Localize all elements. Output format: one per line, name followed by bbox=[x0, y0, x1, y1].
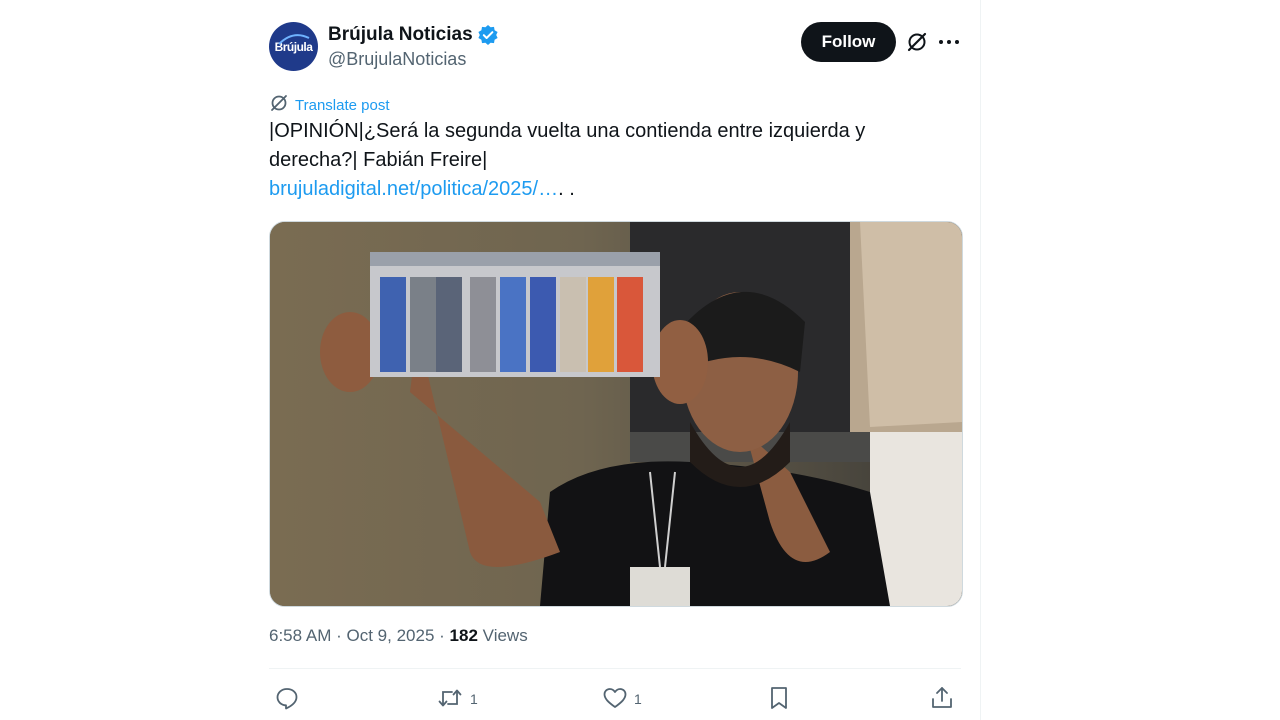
translate-label: Translate post bbox=[295, 96, 390, 114]
like-icon bbox=[602, 685, 628, 714]
repost-button[interactable]: 1 bbox=[436, 684, 478, 714]
post-date[interactable]: Oct 9, 2025 bbox=[347, 626, 435, 645]
post-link[interactable]: brujuladigital.net/politica/2025/… bbox=[269, 178, 558, 200]
views-count: 182 bbox=[449, 626, 478, 645]
reply-icon bbox=[274, 685, 300, 714]
avatar[interactable]: Brújula bbox=[269, 22, 318, 71]
repost-icon bbox=[436, 685, 464, 714]
like-count: 1 bbox=[634, 691, 642, 707]
post-time[interactable]: 6:58 AM bbox=[269, 626, 331, 645]
meta-separator: · bbox=[439, 626, 445, 645]
post-link-trailing: . . bbox=[558, 178, 575, 200]
author-name-row: Brújula Noticias bbox=[328, 24, 499, 46]
ballot-photo bbox=[270, 222, 962, 606]
post-meta: 6:58 AM · Oct 9, 2025 · 182 Views bbox=[269, 626, 528, 646]
avatar-swoosh-icon bbox=[278, 34, 310, 45]
post-text: |OPINIÓN|¿Será la segunda vuelta una con… bbox=[269, 117, 929, 204]
grok-icon[interactable] bbox=[906, 31, 928, 58]
share-icon bbox=[929, 685, 955, 714]
handle[interactable]: @BrujulaNoticias bbox=[328, 49, 466, 70]
more-icon[interactable] bbox=[938, 32, 960, 57]
follow-button[interactable]: Follow bbox=[801, 22, 896, 62]
actions-divider bbox=[269, 668, 961, 669]
reply-button[interactable] bbox=[274, 684, 306, 714]
verified-badge-icon[interactable] bbox=[477, 24, 499, 46]
views-label: Views bbox=[482, 626, 528, 645]
post-image[interactable] bbox=[269, 221, 963, 607]
post-body: |OPINIÓN|¿Será la segunda vuelta una con… bbox=[269, 120, 866, 171]
like-button[interactable]: 1 bbox=[602, 684, 642, 714]
bookmark-icon bbox=[767, 685, 791, 714]
display-name[interactable]: Brújula Noticias bbox=[328, 24, 473, 46]
repost-count: 1 bbox=[470, 691, 478, 707]
meta-separator: · bbox=[336, 626, 342, 645]
translate-post[interactable]: Translate post bbox=[269, 93, 390, 117]
bookmark-button[interactable] bbox=[767, 684, 791, 714]
share-button[interactable] bbox=[929, 684, 955, 714]
translate-icon bbox=[269, 93, 289, 117]
